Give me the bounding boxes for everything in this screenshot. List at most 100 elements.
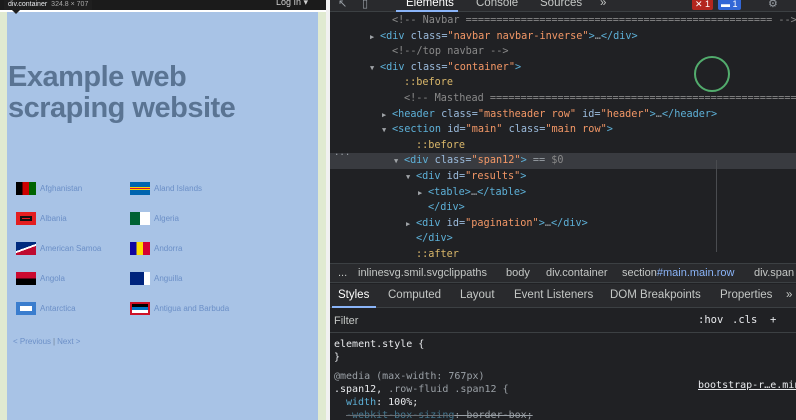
dom-node[interactable]: <!-- Masthead ==========================…	[394, 91, 796, 107]
collapse-triangle-icon[interactable]: ▼	[382, 123, 392, 139]
inspect-tooltip: div.container 324.8 × 707	[4, 0, 93, 14]
dom-token-cmt: <!-- Navbar ============================…	[392, 15, 796, 26]
styles-filter-input[interactable]	[334, 313, 674, 329]
dom-node[interactable]: <!-- Navbar ============================…	[382, 13, 796, 29]
dom-token-val: "span12"	[471, 155, 521, 167]
country-link[interactable]: Afghanistan	[40, 184, 82, 193]
more-tabs-icon[interactable]: »	[600, 0, 606, 9]
tab-elements[interactable]: Elements	[406, 0, 454, 9]
breadcrumb-item[interactable]: div.span	[754, 267, 794, 279]
stylesheet-source-link[interactable]: bootstrap-r…e.min.css:	[698, 380, 796, 391]
collapse-triangle-icon[interactable]: ▼	[406, 170, 416, 186]
country-link[interactable]: Angola	[40, 274, 65, 283]
row-actions-ellipsis-icon[interactable]: ...	[334, 148, 350, 158]
tab-styles-underline	[332, 306, 376, 308]
dom-token-tag: <div	[380, 30, 405, 42]
site-title: Example web scraping website	[8, 61, 236, 124]
dom-node[interactable]: </div>	[406, 231, 453, 247]
flag-andorra-icon	[130, 241, 150, 255]
dom-token-tag: </table>	[477, 186, 527, 198]
dom-node[interactable]: <!--/top navbar -->	[382, 44, 509, 60]
gear-icon[interactable]: ⚙	[768, 0, 778, 10]
tab-layout[interactable]: Layout	[460, 289, 495, 301]
expand-triangle-icon[interactable]: ▶	[406, 217, 416, 233]
country-item[interactable]: Albania	[16, 210, 67, 226]
country-link[interactable]: Albania	[40, 214, 67, 223]
country-link[interactable]: Anguilla	[154, 274, 182, 283]
country-link[interactable]: American Samoa	[40, 244, 101, 253]
tab-styles[interactable]: Styles	[338, 289, 369, 301]
errors-badge[interactable]: ✕ 1	[692, 0, 714, 10]
messages-badge[interactable]: ▬ 1	[718, 0, 741, 10]
css-property-box-sizing-overridden[interactable]: -webkit-box-sizing: border-box;	[346, 409, 533, 420]
country-link[interactable]: Antarctica	[40, 304, 76, 313]
country-item[interactable]: Aland Islands	[130, 180, 202, 196]
dom-node[interactable]: ::before	[406, 138, 465, 154]
expand-triangle-icon[interactable]: ▶	[418, 186, 428, 202]
country-item[interactable]: American Samoa	[16, 240, 101, 256]
previous-page-link[interactable]: < Previous	[13, 337, 51, 346]
dom-node[interactable]: ▶ <div id="pagination">…</div>	[406, 216, 588, 232]
dom-node-selected[interactable]: ▼ <div class="span12"> == $0	[330, 153, 796, 169]
breadcrumb-item[interactable]: section#main.main.row	[622, 267, 735, 279]
tab-dom-breakpoints[interactable]: DOM Breakpoints	[610, 289, 701, 301]
class-toggle[interactable]: .cls	[732, 314, 757, 326]
country-item[interactable]: Antarctica	[16, 300, 76, 316]
collapse-triangle-icon[interactable]: ▼	[394, 154, 404, 170]
next-page-link[interactable]: Next >	[57, 337, 80, 346]
country-item[interactable]: Antigua and Barbuda	[130, 300, 229, 316]
breadcrumb-overflow-icon[interactable]: ...	[338, 267, 347, 279]
country-link[interactable]: Algeria	[154, 214, 179, 223]
dom-node[interactable]: ▶ <div class="navbar navbar-inverse">…</d…	[370, 29, 638, 45]
country-link[interactable]: Andorra	[154, 244, 182, 253]
devtools-panel: ↖ ▯ Elements Console Sources » ✕ 1 ▬ 1 ⚙…	[330, 0, 796, 420]
dom-node[interactable]: ▼ <div class="container">	[370, 60, 521, 76]
styles-tab-bar: Styles Computed Layout Event Listeners D…	[330, 284, 796, 308]
country-link[interactable]: Aland Islands	[154, 184, 202, 193]
dom-node[interactable]: ::before	[394, 75, 453, 91]
country-link[interactable]: Antigua and Barbuda	[154, 304, 229, 313]
breadcrumb-item-label: body	[506, 267, 530, 279]
dom-token-attr: class=	[404, 61, 448, 73]
dom-node[interactable]: ▶ <table>…</table>	[418, 185, 526, 201]
dom-node[interactable]: ▼ <section id="main" class="main row">	[382, 122, 613, 138]
breadcrumb-item[interactable]: body	[506, 267, 530, 279]
dom-token-val: "pagination"	[465, 217, 539, 229]
add-rule-button[interactable]: +	[770, 314, 776, 326]
dom-node[interactable]: ▶ <header class="mastheader row" id="head…	[382, 107, 717, 123]
media-query: @media (max-width: 767px)	[334, 371, 485, 382]
dom-token-tag: </header>	[661, 108, 718, 120]
dom-node[interactable]: ▼ <div id="results">	[406, 169, 526, 185]
dom-token-tag: <div	[416, 217, 441, 229]
expand-triangle-icon[interactable]: ▶	[370, 30, 380, 46]
rule-selector[interactable]: .span12, .row-fluid .span12 {	[334, 383, 509, 396]
tab-properties[interactable]: Properties	[720, 289, 772, 301]
dom-node[interactable]: </div>	[418, 200, 465, 216]
breadcrumb-item[interactable]: div.container	[546, 267, 608, 279]
dom-node[interactable]: ::after	[406, 247, 459, 263]
hover-state-toggle[interactable]: :hov	[698, 314, 723, 326]
dom-token-val: "main row"	[545, 124, 607, 136]
country-item[interactable]: Afghanistan	[16, 180, 82, 196]
country-item[interactable]: Angola	[16, 270, 65, 286]
collapse-triangle-icon[interactable]: ▼	[370, 61, 380, 77]
more-panes-icon[interactable]: »	[786, 289, 792, 301]
tab-computed[interactable]: Computed	[388, 289, 441, 301]
css-property-width[interactable]: width: 100%;	[346, 396, 418, 409]
tab-console[interactable]: Console	[476, 0, 518, 9]
dom-token-pseudo: ::after	[416, 249, 459, 260]
expand-triangle-icon[interactable]: ▶	[382, 108, 392, 124]
inspect-element-icon[interactable]: ↖	[338, 0, 347, 10]
country-item[interactable]: Andorra	[130, 240, 182, 256]
country-item[interactable]: Anguilla	[130, 270, 182, 286]
dom-token-dots: ==	[526, 155, 552, 167]
tab-sources[interactable]: Sources	[540, 0, 582, 9]
device-toolbar-icon[interactable]: ▯	[362, 0, 368, 10]
login-link[interactable]: Log In ▾	[276, 0, 308, 8]
country-item[interactable]: Algeria	[130, 210, 179, 226]
element-style-rule[interactable]: element.style {	[334, 338, 424, 351]
breadcrumb-item-id: #main.main.row	[656, 267, 735, 279]
breadcrumb-item[interactable]: inlinesvg.smil.svgclippaths	[358, 267, 487, 279]
tab-event-listeners[interactable]: Event Listeners	[514, 289, 593, 301]
dom-token-attr: class=	[428, 155, 472, 167]
